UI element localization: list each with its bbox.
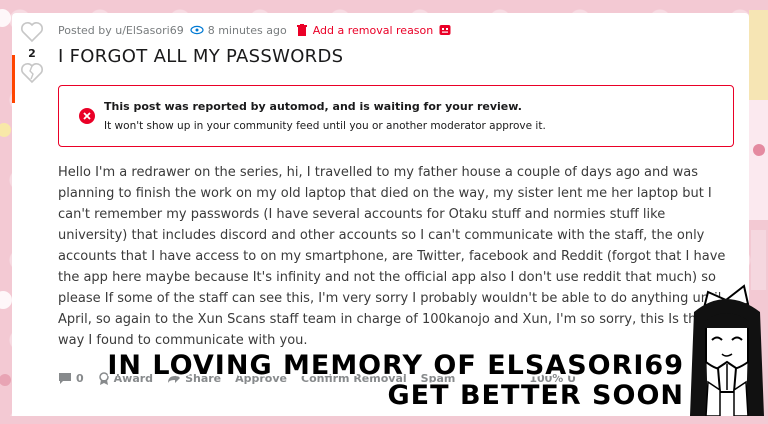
add-removal-reason-link[interactable]: Add a removal reason bbox=[313, 24, 434, 37]
post-author[interactable]: Posted by u/ElSasori69 bbox=[58, 24, 184, 37]
anime-character-decoration bbox=[749, 10, 768, 290]
automod-alert: This post was reported by automod, and i… bbox=[58, 85, 734, 147]
broken-heart-downvote-icon[interactable] bbox=[20, 62, 44, 84]
post-title[interactable]: I FORGOT ALL MY PASSWORDS bbox=[58, 46, 343, 67]
heart-upvote-icon[interactable] bbox=[20, 21, 44, 43]
error-icon bbox=[79, 108, 95, 124]
post-body: Hello I'm a redrawer on the series, hi, … bbox=[58, 165, 736, 348]
vote-count: 2 bbox=[28, 47, 36, 60]
praying-girl-illustration bbox=[690, 284, 764, 416]
post-meta: Posted by u/ElSasori69 8 minutes ago Add… bbox=[58, 22, 451, 38]
overlay-caption-line2: Get better soon bbox=[387, 380, 684, 411]
removal-reason-icon[interactable] bbox=[439, 24, 451, 36]
clock-icon bbox=[190, 25, 204, 35]
overlay-caption-line1: In loving memory of ElSasori69 bbox=[107, 350, 684, 381]
alert-subtitle: It won't show up in your community feed … bbox=[104, 120, 546, 132]
trash-icon[interactable] bbox=[296, 24, 307, 36]
post-time: 8 minutes ago bbox=[207, 23, 287, 37]
alert-title: This post was reported by automod, and i… bbox=[104, 100, 522, 113]
meme-overlay: In loving memory of ElSasori69 Get bette… bbox=[0, 350, 768, 416]
